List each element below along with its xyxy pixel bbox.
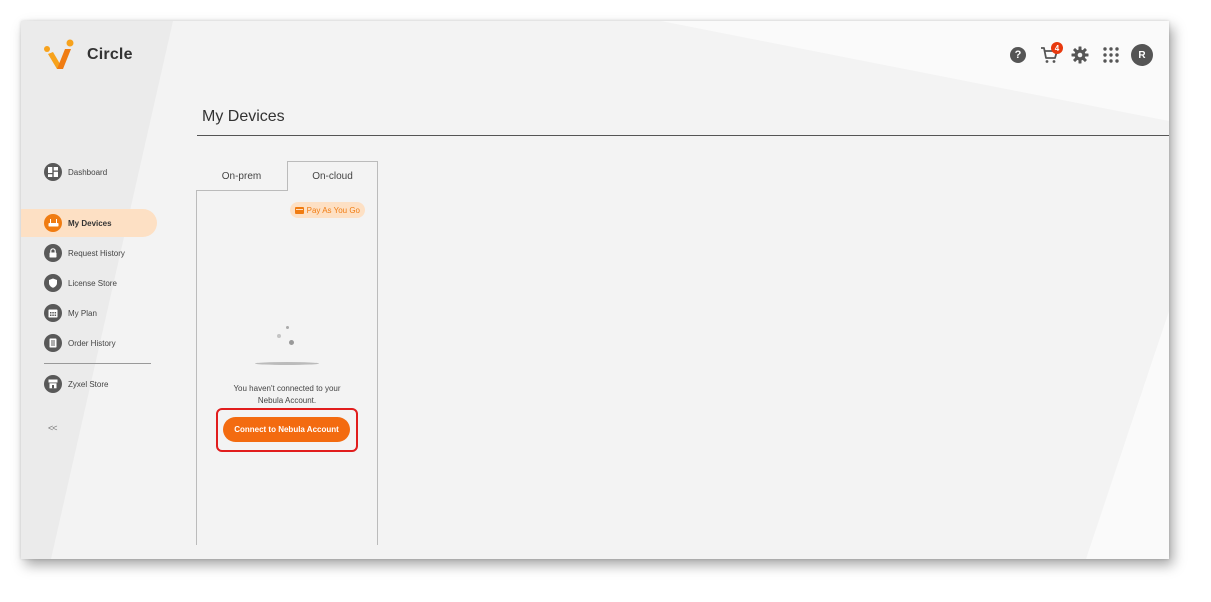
loading-dots-illustration	[255, 326, 319, 366]
wallet-icon	[294, 206, 304, 214]
cart-button[interactable]: 4	[1038, 42, 1063, 66]
sidebar-item-my-plan[interactable]: My Plan	[21, 299, 157, 327]
empty-state-line-2: Nebula Account.	[257, 396, 317, 405]
sidebar-item-label: Order History	[68, 338, 116, 348]
app-window: Circle ? 4 R Dashboard My Devices Reques…	[21, 21, 1169, 559]
loader-shadow	[255, 362, 319, 365]
sidebar-item-label: Zyxel Store	[68, 379, 109, 389]
calendar-icon	[44, 304, 62, 322]
empty-state-message: You haven't connected to your Nebula Acc…	[197, 383, 377, 407]
sidebar-item-label: Request History	[68, 248, 125, 258]
sidebar-item-order-history[interactable]: Order History	[21, 329, 157, 357]
sidebar-item-label: My Devices	[68, 218, 112, 228]
lock-icon	[44, 244, 62, 262]
apps-grid-icon	[1103, 47, 1119, 63]
sidebar-divider	[44, 363, 151, 364]
sidebar-item-label: Dashboard	[68, 167, 108, 177]
sidebar-item-label: License Store	[68, 278, 117, 288]
apps-button[interactable]	[1100, 44, 1122, 66]
pay-as-you-go-badge[interactable]: Pay As You Go	[289, 202, 365, 218]
collapse-sidebar-button[interactable]: <<	[48, 423, 57, 433]
store-icon	[44, 375, 62, 393]
loader-dot	[289, 340, 294, 345]
router-icon	[44, 214, 62, 232]
tab-on-prem[interactable]: On-prem	[196, 161, 287, 191]
pay-as-you-go-label: Pay As You Go	[306, 205, 360, 215]
sidebar-item-request-history[interactable]: Request History	[21, 239, 157, 267]
user-avatar[interactable]: R	[1131, 44, 1153, 66]
dashboard-icon	[44, 163, 62, 181]
sidebar-item-license-store[interactable]: License Store	[21, 269, 157, 297]
sidebar: Dashboard My Devices Request History Lic…	[21, 21, 181, 559]
sidebar-item-label: My Plan	[68, 308, 97, 318]
empty-state-line-1: You haven't connected to your	[233, 384, 341, 393]
sidebar-item-dashboard[interactable]: Dashboard	[21, 158, 157, 186]
sidebar-item-zyxel-store[interactable]: Zyxel Store	[21, 370, 157, 398]
title-divider	[197, 135, 1169, 136]
tab-on-cloud[interactable]: On-cloud	[287, 161, 378, 191]
shield-icon	[44, 274, 62, 292]
loader-dot	[286, 326, 289, 329]
background-decoration	[21, 21, 1169, 559]
page-title: My Devices	[202, 108, 285, 125]
gear-icon	[1071, 46, 1089, 64]
loader-dot	[277, 334, 281, 338]
help-button[interactable]: ?	[1007, 44, 1029, 66]
header-toolbar: ? 4 R	[998, 42, 1153, 66]
sidebar-item-my-devices[interactable]: My Devices	[21, 209, 157, 237]
help-icon: ?	[1010, 47, 1026, 63]
list-icon	[44, 334, 62, 352]
on-cloud-panel: Pay As You Go You haven't connected to y…	[196, 190, 378, 545]
connect-nebula-account-button[interactable]: Connect to Nebula Account	[223, 417, 350, 442]
cart-count-badge: 4	[1051, 42, 1063, 54]
settings-button[interactable]	[1069, 44, 1091, 66]
